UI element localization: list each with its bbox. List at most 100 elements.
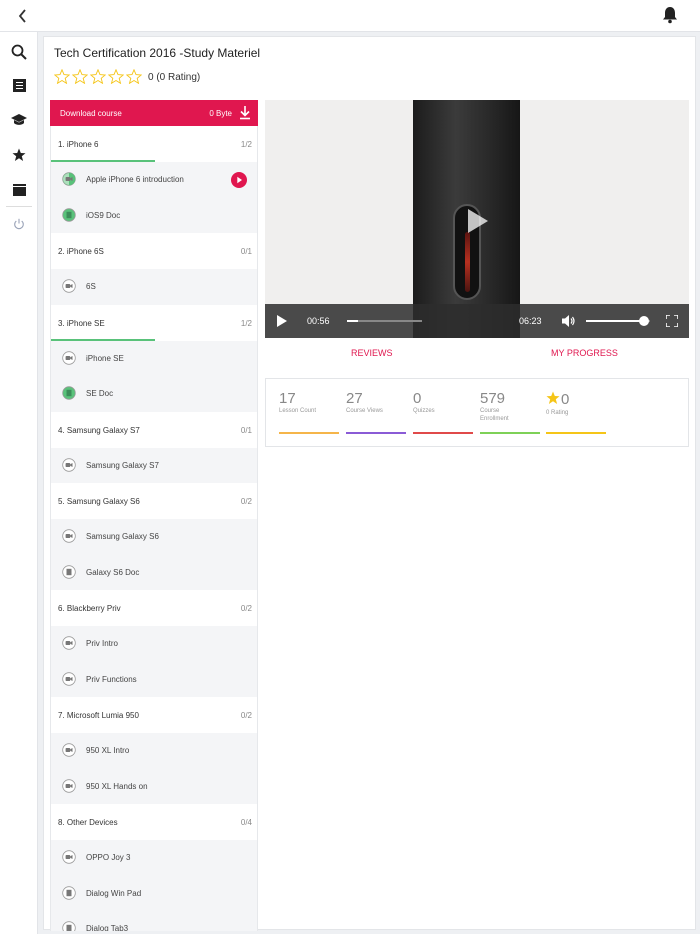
lesson-item[interactable]: 950 XL Hands on (51, 768, 257, 804)
section-count: 0/1 (240, 247, 252, 256)
lesson-item[interactable]: SE Doc (51, 376, 257, 412)
section-count: 0/2 (240, 711, 252, 720)
section-header[interactable]: 3. iPhone SE 1/2 (51, 304, 257, 341)
star-outline-icon[interactable] (89, 68, 108, 85)
document-icon (62, 386, 76, 400)
course-stats: 17 Lesson Count 27 Course Views 0 Quizzes 579 C… (265, 378, 689, 447)
video-camera-icon (62, 350, 76, 365)
back-icon[interactable] (14, 7, 32, 25)
video-player[interactable]: 00:56 06:23 (265, 100, 689, 338)
download-label: Download course (60, 108, 122, 118)
stat-underline (546, 432, 606, 434)
lesson-item[interactable]: Priv Intro (51, 626, 257, 662)
section-header[interactable]: 7. Microsoft Lumia 950 0/2 (51, 697, 257, 733)
volume-icon[interactable] (562, 314, 576, 328)
section-header[interactable]: 2. iPhone 6S 0/1 (51, 233, 257, 269)
lesson-title: SE Doc (86, 389, 114, 398)
play-lesson-icon[interactable] (231, 172, 247, 188)
section-count: 1/2 (240, 140, 252, 149)
lesson-item[interactable]: OPPO Joy 3 (51, 840, 257, 876)
search-icon[interactable] (10, 43, 28, 61)
stat-label: Lesson Count (279, 408, 317, 414)
left-nav (0, 32, 38, 934)
duration: 06:23 (519, 316, 542, 326)
stat-course-enrollment: 579 Course Enrollment (480, 390, 540, 434)
video-camera-icon (62, 172, 76, 186)
rating-text: 0 (0 Rating) (148, 71, 201, 83)
lesson-item[interactable]: 950 XL Intro (51, 733, 257, 769)
lesson-item[interactable]: 6S (51, 269, 257, 305)
section-header[interactable]: 8. Other Devices 0/4 (51, 804, 257, 840)
stat-label: Course Views (346, 408, 383, 414)
section-header[interactable]: 6. Blackberry Priv 0/2 (51, 590, 257, 626)
section-header[interactable]: 1. iPhone 6 1/2 (51, 126, 257, 162)
lesson-title: OPPO Joy 3 (86, 853, 131, 862)
star-icon[interactable] (10, 146, 28, 164)
document-icon (62, 921, 76, 931)
star-outline-icon[interactable] (107, 68, 126, 85)
graduation-cap-icon[interactable] (10, 111, 28, 129)
stat-lesson-count: 17 Lesson Count (279, 391, 339, 434)
section-count: 0/1 (240, 425, 252, 435)
stat-quizzes: 0 Quizzes (413, 391, 473, 434)
stat-underline (480, 432, 540, 434)
stat-label: 0 Rating (546, 410, 569, 416)
video-camera-icon (62, 850, 76, 864)
top-bar (0, 0, 700, 32)
lesson-item[interactable]: iOS9 Doc (51, 197, 257, 233)
stat-course-views: 27 Course Views (346, 390, 406, 434)
lesson-title: 6S (86, 282, 96, 291)
star-outline-icon[interactable] (53, 68, 72, 85)
lesson-item[interactable]: Priv Functions (51, 661, 257, 697)
big-play-icon[interactable] (466, 207, 490, 235)
play-icon[interactable] (277, 315, 287, 327)
volume-slider[interactable] (586, 316, 650, 326)
section-title: 2. iPhone 6S (58, 247, 104, 256)
lesson-item[interactable]: Dialog Tab3 (51, 911, 257, 931)
star-outline-icon[interactable] (125, 68, 144, 85)
lesson-title: Dialog Tab3 (86, 924, 129, 931)
stat-value: 579 (480, 390, 506, 407)
stat-label: Quizzes (413, 408, 435, 414)
lesson-item[interactable]: Samsung Galaxy S7 (51, 447, 257, 483)
lesson-title: iOS9 Doc (86, 210, 121, 220)
lesson-item[interactable]: Apple iPhone 6 introduction (51, 162, 257, 198)
lesson-item[interactable]: Dialog Win Pad (51, 875, 257, 911)
seek-bar[interactable] (347, 320, 422, 322)
stat-value: 27 (346, 390, 363, 407)
stat-underline (413, 432, 473, 434)
tab-my-progress[interactable]: MY PROGRESS (551, 348, 618, 358)
player-controls: 00:56 06:23 (265, 304, 689, 338)
course-tabs: REVIEWS MY PROGRESS (265, 342, 689, 364)
download-course-button[interactable]: Download course 0 Byte (50, 100, 258, 126)
lesson-item[interactable]: Samsung Galaxy S6 (51, 519, 257, 555)
section-title: 5. Samsung Galaxy S6 (58, 497, 140, 506)
current-time: 00:56 (307, 316, 330, 326)
lesson-item[interactable]: iPhone SE (51, 340, 257, 376)
download-icon (239, 106, 251, 120)
stat-underline (346, 432, 406, 434)
list-icon[interactable] (10, 76, 28, 94)
section-title: 6. Blackberry Priv (58, 604, 121, 613)
tab-reviews[interactable]: REVIEWS (351, 348, 393, 358)
section-title: 7. Microsoft Lumia 950 (58, 711, 139, 720)
stat-value: 0 (546, 391, 606, 409)
lesson-item[interactable]: Galaxy S6 Doc (51, 554, 257, 590)
video-camera-icon (62, 671, 76, 686)
star-outline-icon[interactable] (71, 68, 90, 85)
lesson-title: Dialog Win Pad (86, 888, 142, 898)
fullscreen-icon[interactable] (665, 314, 679, 328)
bell-icon[interactable] (662, 6, 678, 24)
section-header[interactable]: 4. Samsung Galaxy S7 0/1 (51, 411, 257, 448)
document-icon (62, 885, 76, 900)
lesson-title: Samsung Galaxy S6 (86, 532, 159, 541)
video-camera-icon (62, 457, 76, 472)
stat-0-rating: 0 0 Rating (546, 391, 606, 434)
document-icon (62, 207, 76, 222)
section-count: 1/2 (240, 318, 252, 328)
lesson-title: Priv Functions (86, 674, 137, 684)
section-title: 8. Other Devices (58, 818, 118, 827)
calendar-icon[interactable] (10, 181, 28, 199)
power-icon[interactable] (10, 215, 28, 233)
section-header[interactable]: 5. Samsung Galaxy S6 0/2 (51, 483, 257, 519)
